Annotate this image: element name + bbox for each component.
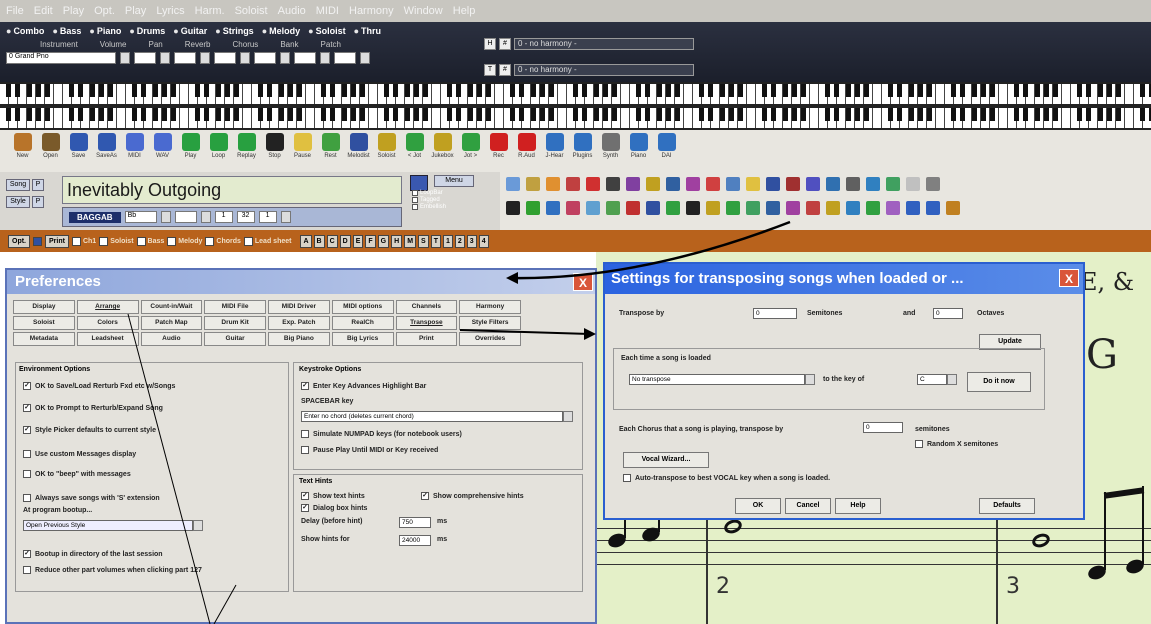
arrow-head (584, 328, 596, 340)
arrow-to-preferences (511, 220, 791, 280)
arrow-head (506, 272, 518, 284)
arrow-to-transpose (459, 329, 591, 335)
annotation-arrows (127, 220, 791, 624)
pointer-line (213, 584, 237, 624)
pointer-line (127, 313, 211, 624)
